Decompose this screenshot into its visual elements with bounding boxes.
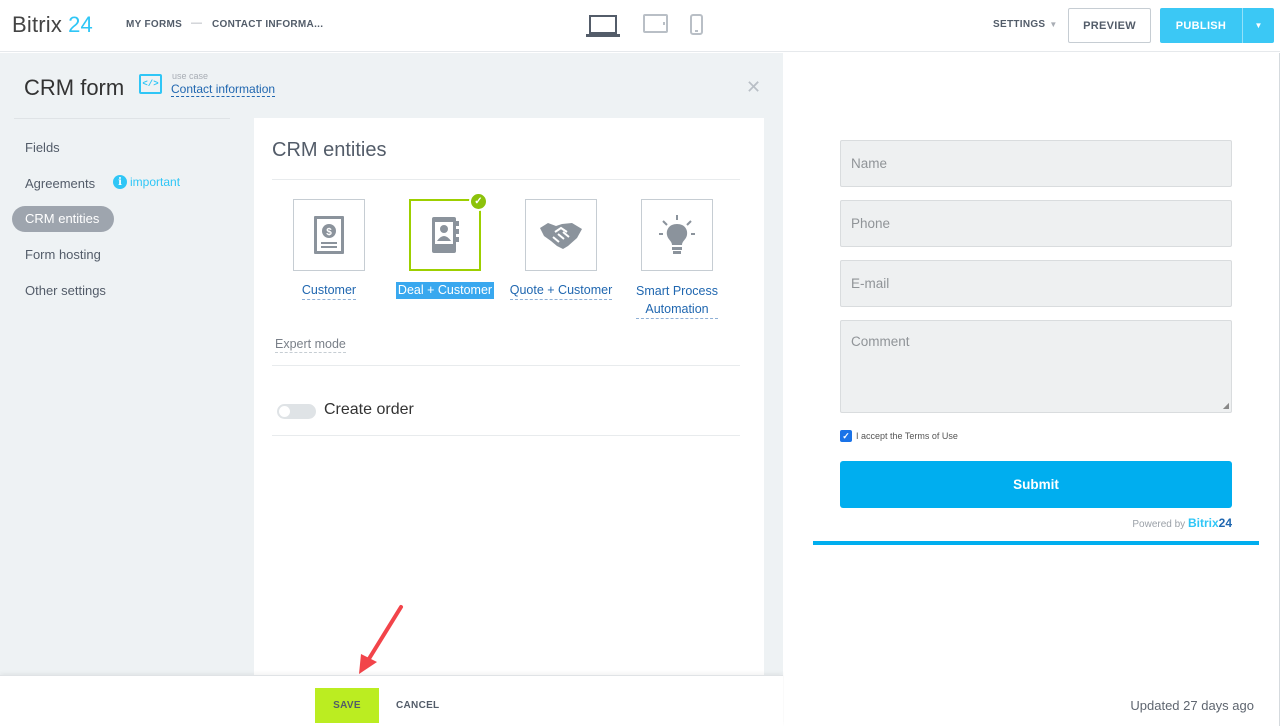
- section-title: CRM entities: [272, 139, 387, 161]
- bottom-action-bar: SAVE CANCEL: [0, 675, 783, 726]
- phone-field[interactable]: Phone: [840, 200, 1232, 247]
- use-case-label: use case: [172, 71, 209, 81]
- resize-handle-icon[interactable]: ◢: [1223, 401, 1229, 410]
- entity-icon-box[interactable]: $: [293, 199, 365, 271]
- toggle-knob: [279, 406, 290, 417]
- entity-icon-box[interactable]: [525, 199, 597, 271]
- divider: [272, 435, 740, 436]
- form-preview: Name Phone E-mail Comment ◢ ✓ I accept t…: [784, 53, 1280, 726]
- important-label: important: [130, 175, 181, 189]
- divider: [14, 118, 230, 119]
- publish-button-group: PUBLISH ▼: [1160, 8, 1274, 43]
- sidebar-item-agreements[interactable]: Agreements: [25, 176, 95, 191]
- form-settings-panel: CRM form </> use case Contact informatio…: [0, 53, 783, 675]
- laptop-icon[interactable]: [586, 14, 620, 43]
- bitrix24-logo[interactable]: Bitrix 24: [12, 12, 93, 38]
- entity-label[interactable]: Customer: [301, 282, 357, 300]
- invoice-icon: $: [314, 216, 344, 254]
- create-order-toggle[interactable]: [277, 404, 316, 419]
- chevron-down-icon: ▼: [1049, 20, 1058, 29]
- powered-by-brand: Bitrix24: [1187, 516, 1232, 530]
- email-field[interactable]: E-mail: [840, 260, 1232, 307]
- powered-by-label: Powered by: [1132, 519, 1186, 530]
- submit-button[interactable]: Submit: [840, 461, 1232, 508]
- divider: [272, 365, 740, 366]
- tablet-icon[interactable]: [643, 14, 668, 39]
- sidebar-item-form-hosting[interactable]: Form hosting: [25, 247, 101, 262]
- create-order-label: Create order: [324, 401, 414, 418]
- terms-agreement[interactable]: ✓ I accept the Terms of Use: [840, 430, 958, 442]
- svg-text:$: $: [326, 227, 332, 238]
- panel-title: CRM form: [24, 75, 125, 100]
- entity-icon-box[interactable]: ✓: [409, 192, 488, 271]
- entity-label-line1: Smart Process: [636, 284, 718, 298]
- contact-book-icon: [432, 217, 459, 253]
- phone-icon[interactable]: [690, 14, 703, 41]
- code-icon: </>: [139, 74, 162, 94]
- sidebar-item-crm-entities[interactable]: CRM entities: [12, 206, 114, 232]
- sidebar-item-fields[interactable]: Fields: [25, 140, 60, 155]
- terms-checkbox[interactable]: ✓: [840, 430, 852, 442]
- entity-quote-customer[interactable]: Quote + Customer: [503, 199, 619, 300]
- entity-label[interactable]: Smart Process Automation: [636, 282, 718, 319]
- entity-label-line2: Automation: [645, 302, 709, 316]
- top-bar: Bitrix 24 MY FORMS — CONTACT INFORMA... S…: [0, 0, 1280, 52]
- crm-entities-card: CRM entities $ Customer ✓ Deal + Custome…: [254, 118, 764, 675]
- cancel-button[interactable]: CANCEL: [390, 688, 445, 723]
- comment-field[interactable]: Comment ◢: [840, 320, 1232, 413]
- comment-placeholder: Comment: [851, 334, 910, 349]
- entity-smart-process-automation[interactable]: Smart Process Automation: [619, 199, 735, 319]
- entity-deal-customer[interactable]: ✓ Deal + Customer: [387, 192, 503, 299]
- entity-icon-box[interactable]: [641, 199, 713, 271]
- sidebar-item-other-settings[interactable]: Other settings: [25, 283, 106, 298]
- entity-label[interactable]: Deal + Customer: [395, 282, 495, 299]
- selected-check-icon: ✓: [469, 192, 488, 211]
- expert-mode-link[interactable]: Expert mode: [275, 336, 346, 353]
- terms-label: I accept the Terms of Use: [856, 431, 958, 441]
- important-badge[interactable]: i important: [113, 175, 180, 189]
- powered-by[interactable]: Powered by Bitrix24: [1124, 516, 1232, 530]
- annotation-arrow-icon: [359, 605, 403, 674]
- name-field[interactable]: Name: [840, 140, 1232, 187]
- entity-label[interactable]: Quote + Customer: [509, 282, 613, 300]
- breadcrumb-separator: —: [191, 17, 202, 29]
- publish-dropdown-icon[interactable]: ▼: [1242, 8, 1274, 43]
- divider: [272, 179, 740, 180]
- breadcrumb-current-form[interactable]: CONTACT INFORMA...: [212, 19, 323, 30]
- entity-customer[interactable]: $ Customer: [271, 199, 387, 300]
- updated-status: Updated 27 days ago: [1130, 698, 1254, 713]
- use-case-link[interactable]: Contact information: [171, 82, 276, 97]
- preview-button[interactable]: PREVIEW: [1068, 8, 1151, 43]
- lightbulb-icon: [659, 215, 695, 254]
- save-button[interactable]: SAVE: [315, 688, 379, 723]
- info-icon: i: [113, 175, 127, 189]
- breadcrumb-my-forms[interactable]: MY FORMS: [126, 19, 182, 30]
- handshake-icon: [540, 223, 582, 249]
- preview-divider: [813, 541, 1259, 545]
- publish-button[interactable]: PUBLISH: [1160, 8, 1242, 43]
- close-icon[interactable]: ✕: [746, 77, 761, 98]
- settings-menu[interactable]: SETTINGS ▼: [993, 19, 1058, 30]
